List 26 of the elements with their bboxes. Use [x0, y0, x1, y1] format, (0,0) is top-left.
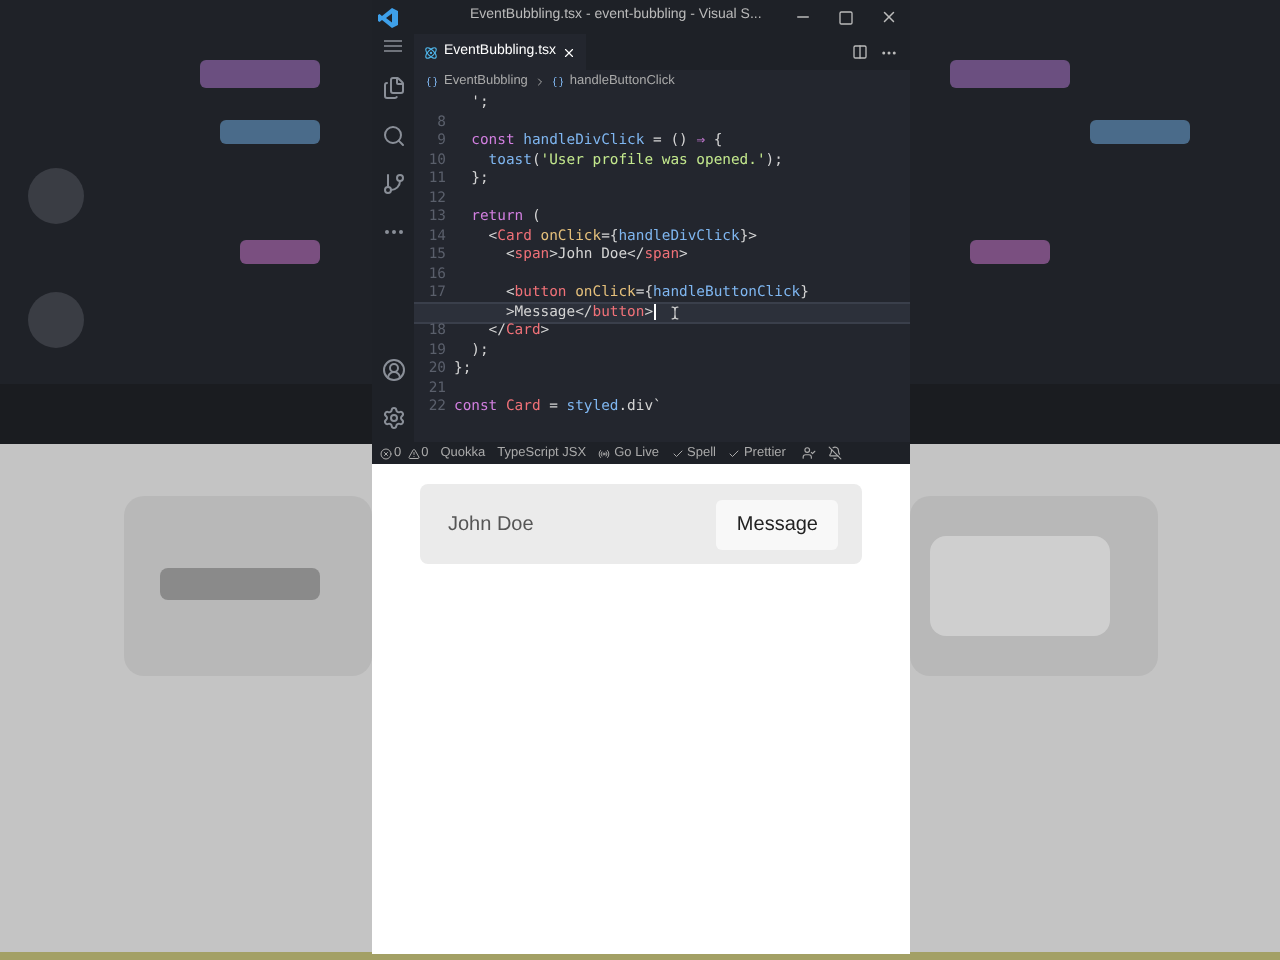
broadcast-icon	[598, 447, 611, 459]
mouse-cursor-icon	[667, 305, 682, 320]
warning-icon	[407, 447, 420, 459]
bell-icon[interactable]	[827, 446, 842, 460]
account-icon[interactable]	[381, 358, 405, 382]
message-button[interactable]: Message	[716, 499, 838, 549]
logo-icon	[378, 7, 398, 27]
profile-card[interactable]: John Doe Message	[420, 484, 862, 564]
symbol-icon	[551, 76, 564, 88]
person-icon[interactable]	[801, 446, 816, 460]
chevron-icon	[533, 76, 546, 88]
search-icon[interactable]	[381, 124, 405, 148]
menu-icon[interactable]	[384, 40, 402, 52]
settings-icon[interactable]	[381, 406, 405, 430]
react-icon	[424, 45, 438, 59]
symbol-icon	[426, 76, 438, 88]
files-icon[interactable]	[381, 76, 405, 100]
text-cursor	[653, 304, 656, 321]
split-editor-icon[interactable]	[852, 44, 868, 60]
error-icon	[380, 447, 392, 459]
check-icon	[727, 447, 740, 459]
maximize-icon[interactable]	[838, 9, 854, 25]
close-icon[interactable]	[880, 8, 898, 26]
branch-icon[interactable]	[381, 172, 405, 196]
check-icon	[671, 447, 683, 459]
user-name: John Doe	[448, 511, 534, 539]
